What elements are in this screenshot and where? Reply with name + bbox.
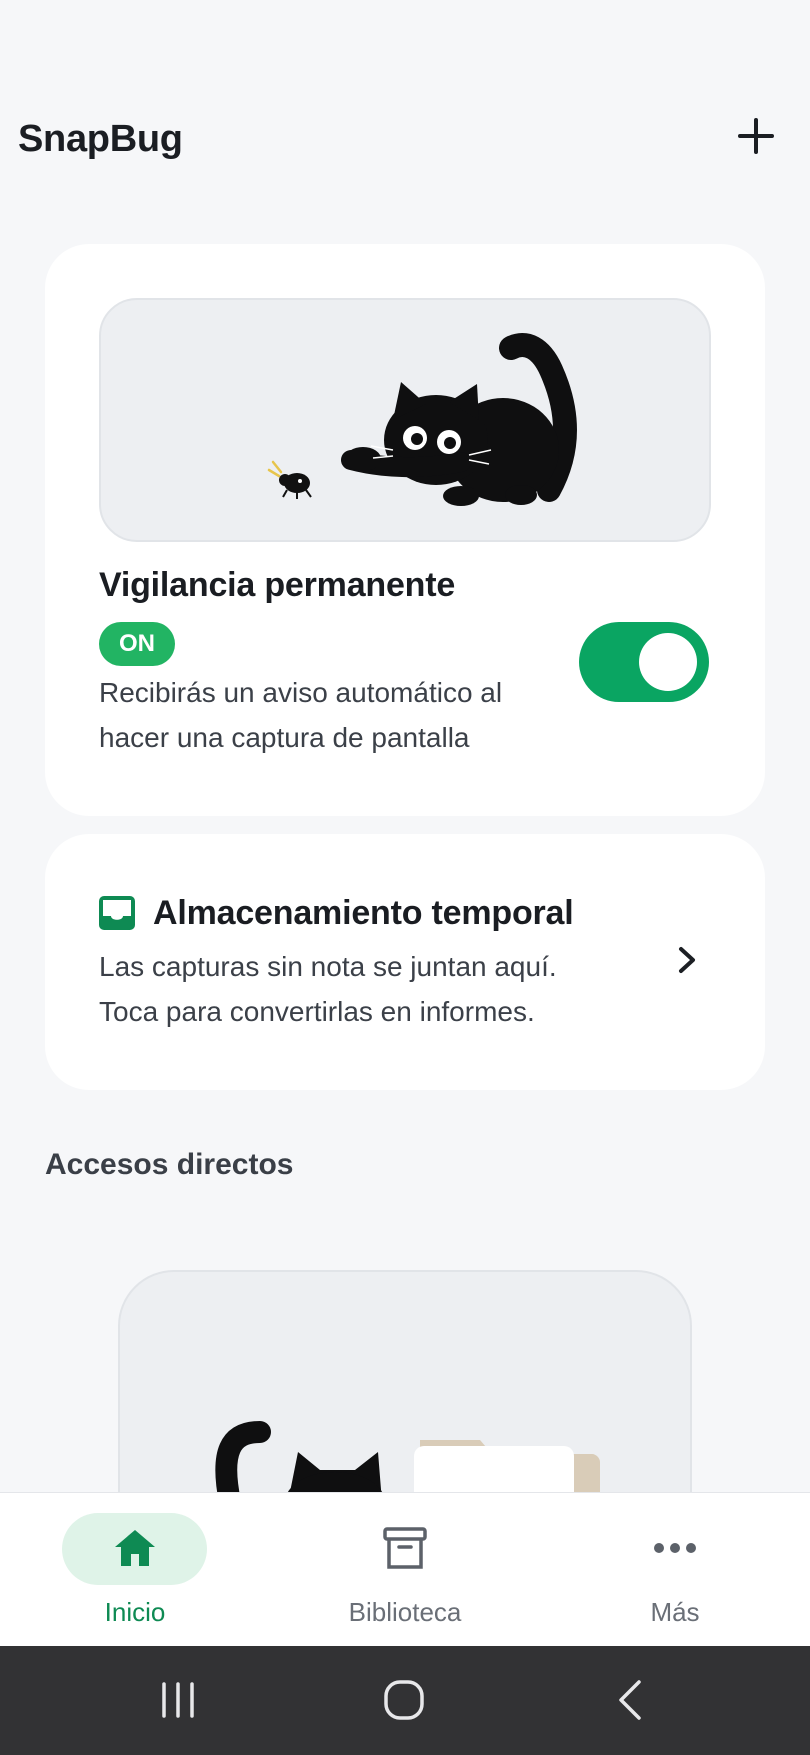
toggle-knob [639, 633, 697, 691]
back-icon[interactable] [600, 1670, 660, 1730]
app-bar: SnapBug [0, 0, 810, 200]
archive-icon [380, 1523, 430, 1573]
bottom-navigation: Inicio Biblioteca Más [0, 1492, 810, 1646]
inbox-icon [99, 896, 135, 930]
watch-toggle[interactable] [579, 622, 709, 702]
system-home-icon[interactable] [374, 1670, 434, 1730]
nav-item-home[interactable]: Inicio [0, 1493, 270, 1647]
storage-title: Almacenamiento temporal [153, 894, 574, 932]
recents-icon[interactable] [148, 1670, 208, 1730]
plus-icon [738, 118, 774, 154]
watch-description: Recibirás un aviso automático al hacer u… [99, 677, 503, 753]
home-screen: SnapBug Vigilancia permanente ON Recibir… [0, 0, 810, 1755]
chevron-right-icon [667, 940, 707, 980]
app-title: SnapBug [18, 118, 183, 160]
status-badge: ON [99, 622, 175, 666]
nav-label-home: Inicio [104, 1597, 166, 1627]
nav-label-more: Más [650, 1597, 700, 1627]
add-button[interactable] [730, 110, 782, 162]
cat-chasing-bug-illustration [267, 333, 577, 506]
nav-label-library: Biblioteca [348, 1597, 462, 1627]
system-navigation-bar [0, 1646, 810, 1755]
watch-title: Vigilancia permanente [99, 566, 456, 604]
nav-item-library[interactable]: Biblioteca [270, 1493, 540, 1647]
storage-description: Las capturas sin nota se juntan aquí. To… [99, 951, 557, 1027]
watch-card: Vigilancia permanente ON Recibirás un av… [45, 244, 765, 816]
shortcuts-section-title: Accesos directos [45, 1148, 294, 1181]
temporary-storage-card[interactable]: Almacenamiento temporal Las capturas sin… [45, 834, 765, 1090]
more-dots-icon [650, 1523, 700, 1573]
cat-illustration [99, 298, 711, 542]
home-icon [110, 1523, 160, 1573]
nav-item-more[interactable]: Más [540, 1493, 810, 1647]
